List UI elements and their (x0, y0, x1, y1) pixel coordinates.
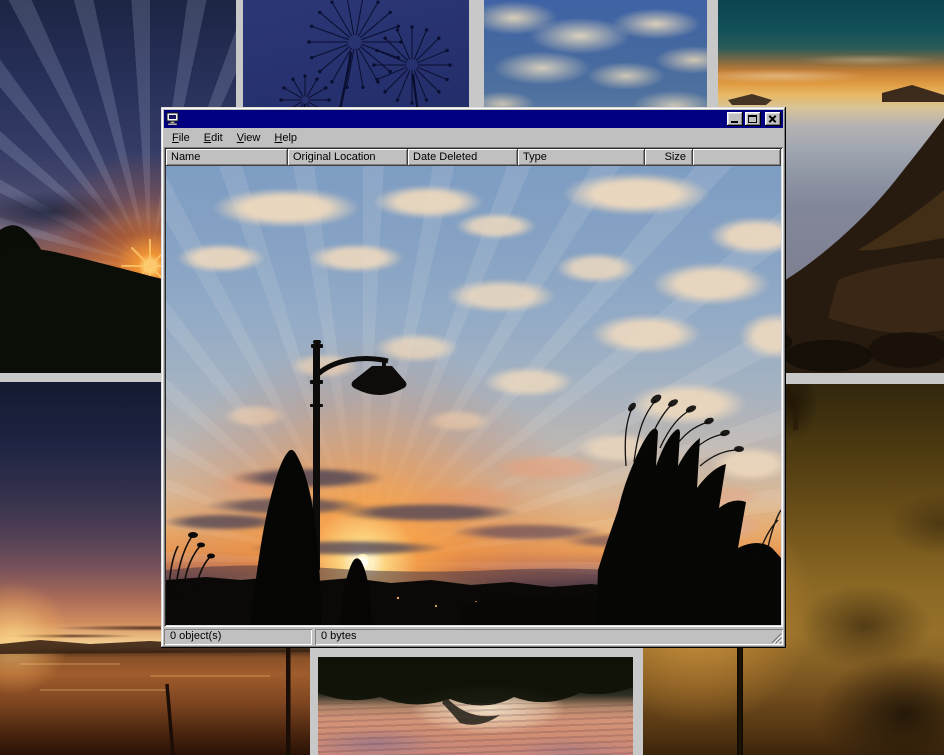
menu-file[interactable]: File (166, 130, 196, 146)
menu-bar: File Edit View Help (164, 128, 783, 147)
menu-view[interactable]: View (231, 130, 267, 146)
close-button[interactable] (765, 112, 781, 126)
column-header-filler[interactable] (693, 149, 781, 166)
status-bytes: 0 bytes (321, 630, 356, 642)
maximize-button[interactable] (745, 112, 761, 126)
status-bytes-panel: 0 bytes (315, 629, 783, 645)
window-controls (727, 112, 781, 126)
minimize-icon (727, 112, 743, 126)
column-header-size[interactable]: Size (645, 149, 693, 166)
column-header-original-location[interactable]: Original Location (288, 149, 408, 166)
column-headers: Name Original Location Date Deleted Type… (166, 149, 781, 166)
column-header-type[interactable]: Type (518, 149, 645, 166)
list-view-frame: Name Original Location Date Deleted Type… (164, 147, 783, 627)
computer-icon (166, 112, 180, 126)
column-header-name[interactable]: Name (166, 149, 288, 166)
menu-help[interactable]: Help (268, 130, 303, 146)
resize-grip[interactable] (769, 631, 782, 644)
minimize-button[interactable] (727, 112, 743, 126)
status-objects: 0 object(s) (164, 629, 312, 645)
menu-edit[interactable]: Edit (198, 130, 229, 146)
title-bar[interactable] (164, 110, 783, 128)
status-bar: 0 object(s) 0 bytes (164, 629, 783, 645)
maximize-icon (745, 112, 761, 126)
photo-water-reflection (318, 657, 633, 755)
water-ripples (318, 703, 633, 755)
desktop: File Edit View Help Name Original Locati… (0, 0, 944, 755)
photo-silhouettes (166, 166, 781, 625)
list-view-photo-background[interactable] (166, 166, 781, 625)
close-icon (765, 112, 781, 126)
recycle-bin-window: File Edit View Help Name Original Locati… (161, 107, 786, 648)
column-header-date-deleted[interactable]: Date Deleted (408, 149, 518, 166)
